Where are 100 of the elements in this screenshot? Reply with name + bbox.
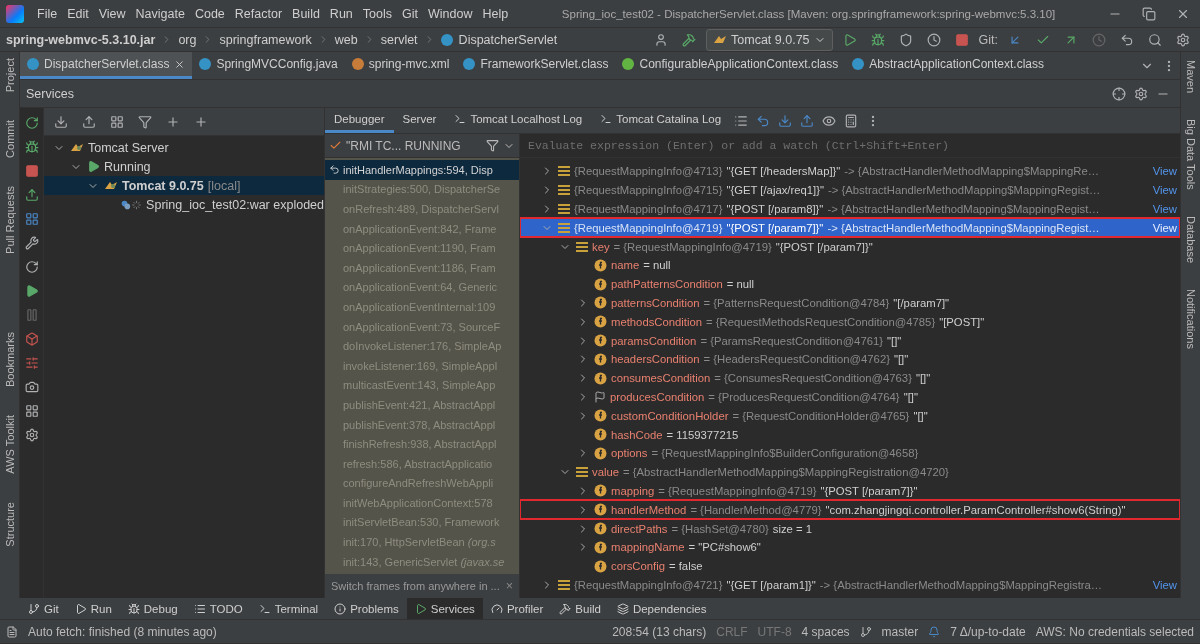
tree-label: Tomcat Server — [88, 140, 169, 155]
thread-dropdown[interactable]: "RMI TC... RUNNING — [325, 134, 519, 158]
tree-item[interactable]: Spring_ioc_test02:war exploded — [44, 195, 324, 214]
field-icon — [594, 503, 607, 517]
editor-tab[interactable]: SpringMVCConfig.java — [192, 52, 345, 79]
variable-row[interactable]: name = null — [520, 256, 1180, 275]
tool-window-tab[interactable]: Problems — [326, 598, 407, 619]
tree-item[interactable]: Running — [44, 157, 324, 176]
tool-window-tab[interactable]: Debug — [119, 598, 186, 619]
view-link[interactable]: View — [1148, 203, 1177, 215]
side-panel-tab[interactable]: Database — [1184, 215, 1197, 263]
variable-row[interactable]: hashCode = 1159377215 — [520, 425, 1180, 444]
variable-row[interactable]: {RequestMappingInfo@4719} "{POST [/param7]}" -> {AbstractHandlerMethodMapping$MappingRegist… View — [520, 218, 1180, 238]
menu-item[interactable]: Git — [397, 6, 423, 21]
side-panel-tab[interactable]: Bookmarks — [3, 332, 16, 388]
run-config-dropdown[interactable]: Tomcat 9.0.75 — [706, 28, 833, 51]
variable-row[interactable]: mapping = {RequestMappingInfo@4719} "{POST [/param7]}" — [520, 481, 1180, 501]
aws-status[interactable]: AWS: No credentials selected — [1035, 624, 1194, 639]
variable-row[interactable]: {RequestMappingInfo@4721} "{GET [/param1]}" -> {AbstractHandlerMethodMapping$MappingRegistra… View — [520, 575, 1180, 595]
side-panel-tab[interactable]: Maven — [1184, 60, 1197, 94]
view-link[interactable]: View — [1148, 165, 1177, 178]
editor-tab[interactable]: AbstractApplicationContext.class — [845, 52, 1051, 79]
variable-row[interactable]: corsConfig = false — [520, 556, 1180, 576]
variable-row[interactable]: value = {AbstractHandlerMethodMapping$MappingRegistration@4720} — [520, 462, 1180, 482]
tool-window-tab[interactable]: TODO — [185, 598, 251, 619]
git-branch[interactable]: master — [881, 624, 919, 639]
variable-value: = 1159377215 — [666, 428, 739, 441]
variable-row[interactable]: {RequestMappingInfo@4717} "{POST [/param8]}" -> {AbstractHandlerMethodMapping$MappingRegist… View — [520, 199, 1180, 219]
breadcrumb[interactable]: DispatcherServlet — [458, 32, 558, 47]
close-icon[interactable] — [174, 58, 186, 70]
variable-row[interactable]: handlerMethod = {HandlerMethod@4779} "com.zhangjingqi.controller.ParamController#show6(String)" — [520, 500, 1180, 520]
menu-item[interactable]: Refactor — [229, 6, 288, 21]
menu-item[interactable]: Navigate — [130, 6, 190, 21]
menu-item[interactable]: Build — [287, 6, 325, 21]
variable-row[interactable]: customConditionHolder = {RequestConditionHolder@4765} "[]" — [520, 406, 1180, 426]
menu-item[interactable]: Tools — [357, 6, 397, 21]
tool-window-tab[interactable]: Terminal — [250, 598, 327, 619]
tool-window-tab[interactable]: Git — [20, 598, 67, 619]
variable-name: options — [611, 447, 648, 460]
terminal-icon — [258, 602, 271, 615]
menu-item[interactable]: View — [93, 6, 131, 21]
side-panel-tab[interactable]: AWS Toolkit — [3, 415, 16, 474]
tool-window-tab[interactable]: Run — [66, 598, 120, 619]
debugger-tab[interactable]: Tomcat Localhost Log — [445, 108, 592, 133]
variable-name: key — [592, 240, 610, 253]
variable-row[interactable]: headersCondition = {HeadersRequestCondition@4762} "[]" — [520, 349, 1180, 369]
tool-window-tab[interactable]: Build — [551, 598, 609, 619]
file-icon — [27, 58, 39, 70]
variable-row[interactable]: consumesCondition = {ConsumesRequestCondition@4763} "[]" — [520, 368, 1180, 388]
side-panel-tab[interactable]: Structure — [3, 501, 16, 547]
menu-item[interactable]: Code — [189, 6, 230, 21]
debugger-tab[interactable]: Server — [393, 108, 446, 133]
menu-item[interactable]: File — [32, 6, 63, 21]
editor-tab[interactable]: FrameworkServlet.class — [456, 52, 616, 79]
side-panel-tab[interactable]: Pull Requests — [3, 186, 16, 254]
variable-type: = {RequestConditionHolder@4765} — [732, 409, 910, 422]
breadcrumb[interactable]: servlet — [380, 32, 418, 47]
debugger-tab[interactable]: Tomcat Catalina Log — [591, 108, 731, 133]
variable-type: -> {AbstractHandlerMethodMapping$MappingRe… — [844, 165, 1099, 178]
editor-tab[interactable]: spring-mvc.xml — [344, 52, 457, 79]
stack-frame[interactable]: initHandlerMappings:594, Disp — [325, 160, 519, 180]
side-panel-tab[interactable]: Big Data Tools — [1184, 119, 1197, 190]
tool-window-tab[interactable]: Dependencies — [608, 598, 715, 619]
variable-row[interactable]: {RequestMappingInfo@4715} "{GET [/ajax/req1]}" -> {AbstractHandlerMethodMapping$MappingRegist… View — [520, 180, 1180, 200]
variable-row[interactable]: key = {RequestMappingInfo@4719} "{POST [/param7]}" — [520, 237, 1180, 256]
tool-window-tab[interactable]: Services — [406, 598, 483, 619]
menu-item[interactable]: Edit — [62, 6, 94, 21]
menu-item[interactable]: Run — [324, 6, 358, 21]
cursor-position[interactable]: 208:54 (13 chars) — [612, 624, 707, 639]
variable-row[interactable]: mappingName = "PC#show6" — [520, 537, 1180, 557]
side-panel-tab[interactable]: Project — [3, 58, 16, 93]
view-link[interactable]: View — [1148, 221, 1177, 234]
variable-row[interactable]: options = {RequestMappingInfo$BuilderConfiguration@4658} — [520, 443, 1180, 463]
tree-item[interactable]: Tomcat Server — [44, 138, 324, 157]
variable-row[interactable]: producesCondition = {ProducesRequestCondition@4764} "[]" — [520, 387, 1180, 407]
variable-row[interactable]: paramsCondition = {ParamsRequestCondition@4761} "[]" — [520, 331, 1180, 350]
check-icon — [329, 139, 342, 152]
variable-row[interactable]: patternsCondition = {PatternsRequestCondition@4784} "[/param7]" — [520, 293, 1180, 313]
indent-setting[interactable]: 4 spaces — [801, 624, 850, 639]
breadcrumb[interactable]: spring-webmvc-5.3.10.jar — [6, 32, 156, 47]
variable-row[interactable]: {RequestMappingInfo@4713} "{GET [/headersMap]}" -> {AbstractHandlerMethodMapping$MappingRe… View — [520, 162, 1180, 181]
filter-icon[interactable] — [486, 139, 499, 152]
breadcrumb[interactable]: springframework — [219, 32, 312, 47]
tool-window-tab[interactable]: Profiler — [482, 598, 552, 619]
editor-tab[interactable]: ConfigurableApplicationContext.class — [615, 52, 846, 79]
breadcrumb[interactable]: web — [334, 32, 358, 47]
variable-row[interactable]: methodsCondition = {RequestMethodsRequestCondition@4785} "[POST]" — [520, 312, 1180, 332]
variable-row[interactable]: pathPatternsCondition = null — [520, 274, 1180, 294]
side-panel-tab[interactable]: Notifications — [1184, 288, 1197, 349]
menu-item[interactable]: Help — [477, 6, 514, 21]
vcs-status[interactable]: 7 Δ/up-to-date — [950, 624, 1026, 639]
menu-item[interactable]: Window — [422, 6, 478, 21]
view-link[interactable]: View — [1148, 184, 1177, 197]
editor-tab[interactable]: DispatcherServlet.class — [20, 52, 193, 79]
side-panel-tab[interactable]: Commit — [3, 120, 16, 159]
variable-value: "{GET [/param1]}" — [726, 578, 816, 591]
breadcrumb[interactable]: org — [178, 32, 197, 47]
tree-item[interactable]: Tomcat 9.0.75 [local] — [44, 176, 324, 195]
variable-row[interactable]: directPaths = {HashSet@4780} size = 1 — [520, 519, 1180, 538]
view-link[interactable]: View — [1148, 578, 1177, 591]
